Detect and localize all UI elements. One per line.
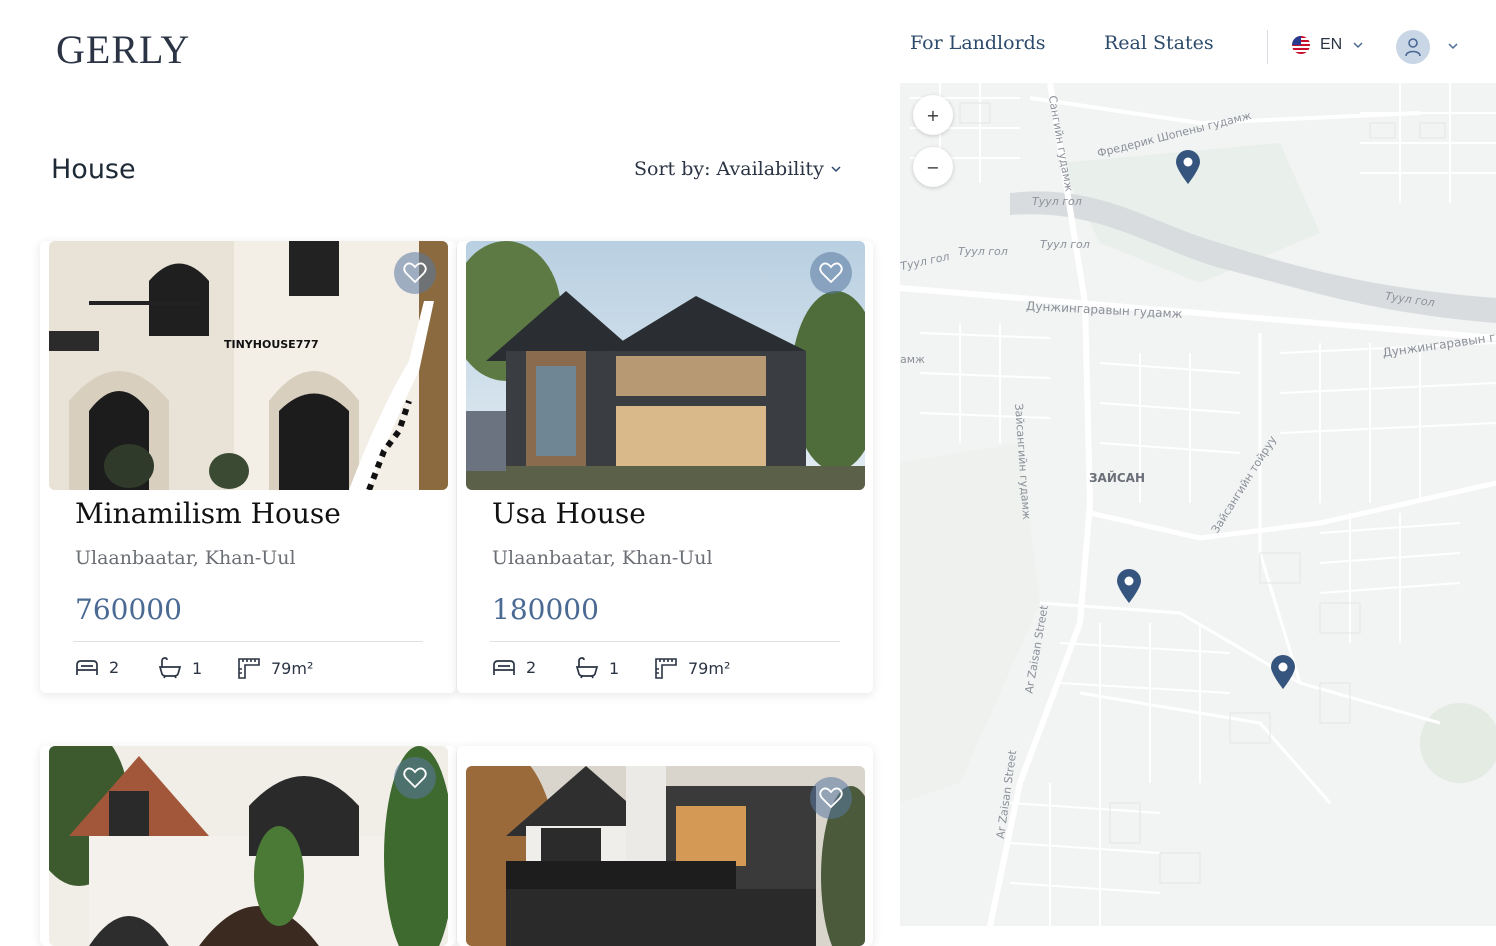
user-icon (1405, 38, 1421, 57)
property-title[interactable]: Usa House (492, 497, 646, 530)
favorite-button[interactable] (810, 252, 852, 294)
language-label: EN (1320, 36, 1343, 53)
bathtub-icon (575, 657, 599, 679)
divider (73, 641, 423, 642)
property-location: Ulaanbaatar, Khan-Uul (492, 547, 713, 569)
map-district-label: ЗАЙСАН (1089, 471, 1145, 485)
map-pin-icon[interactable] (1269, 654, 1297, 690)
heart-icon (403, 262, 427, 284)
favorite-button[interactable] (394, 757, 436, 799)
heart-icon (819, 262, 843, 284)
page-title: House (51, 154, 136, 185)
baths-count: 1 (192, 658, 203, 678)
map-river-label: Туул гол (1032, 195, 1082, 208)
beds-count: 2 (109, 657, 120, 677)
favorite-button[interactable] (810, 777, 852, 819)
ruler-icon (238, 658, 260, 679)
map-pin-icon[interactable] (1115, 568, 1143, 604)
ruler-icon (655, 658, 677, 679)
feature-beds: 2 (492, 657, 536, 677)
user-avatar[interactable] (1396, 30, 1430, 64)
property-price: 180000 (492, 593, 599, 626)
divider (490, 641, 840, 642)
chevron-down-icon[interactable] (1447, 40, 1459, 52)
map-pin-icon[interactable] (1174, 149, 1202, 185)
property-image[interactable] (466, 241, 865, 490)
heart-icon (819, 787, 843, 809)
feature-baths: 1 (575, 657, 619, 679)
zoom-out-button[interactable]: − (913, 147, 953, 187)
map-river-label: Туул гол (1040, 238, 1090, 251)
feature-baths: 1 (158, 657, 202, 679)
baths-count: 1 (609, 658, 620, 678)
property-title[interactable]: Minamilism House (75, 497, 341, 530)
us-flag-icon (1292, 36, 1310, 54)
area-value: 79m² (688, 658, 731, 678)
nav-real-states[interactable]: Real States (1104, 32, 1214, 54)
property-image[interactable] (49, 746, 448, 946)
chevron-down-icon (1353, 42, 1363, 49)
bathtub-icon (158, 657, 182, 679)
heart-icon (403, 767, 427, 789)
favorite-button[interactable] (394, 252, 436, 294)
map-canvas[interactable] (900, 83, 1496, 926)
map-river-label: Туул гол (958, 245, 1008, 258)
property-card[interactable] (457, 746, 873, 946)
property-location: Ulaanbaatar, Khan-Uul (75, 547, 296, 569)
property-image[interactable] (466, 766, 865, 946)
bed-icon (493, 660, 515, 675)
feature-area: 79m² (654, 657, 730, 679)
map[interactable]: + − Сангийн гудамж Фредерик Шопены гудам… (900, 83, 1496, 926)
gerly-logo[interactable]: GERLY (56, 26, 190, 73)
sort-label: Sort by: Availability (634, 158, 824, 180)
area-value: 79m² (271, 658, 314, 678)
image-watermark: TINYHOUSE777 (224, 338, 319, 351)
map-street-label: амж (900, 353, 925, 366)
bed-icon (76, 660, 98, 675)
feature-area: 79m² (237, 657, 313, 679)
chevron-down-icon (831, 166, 841, 173)
property-card[interactable] (40, 746, 456, 946)
property-price: 760000 (75, 593, 182, 626)
feature-beds: 2 (75, 657, 119, 677)
nav-for-landlords[interactable]: For Landlords (910, 32, 1046, 54)
property-card[interactable]: Usa House Ulaanbaatar, Khan-Uul 180000 2… (457, 241, 873, 693)
zoom-in-button[interactable]: + (913, 95, 953, 135)
property-image[interactable]: TINYHOUSE777 (49, 241, 448, 490)
sort-dropdown[interactable]: Sort by: Availability (634, 158, 842, 180)
language-selector[interactable]: EN (1292, 36, 1364, 54)
header-divider (1267, 30, 1268, 64)
property-card[interactable]: TINYHOUSE777 Minamilism House Ulaanbaata… (40, 241, 456, 693)
beds-count: 2 (526, 657, 537, 677)
